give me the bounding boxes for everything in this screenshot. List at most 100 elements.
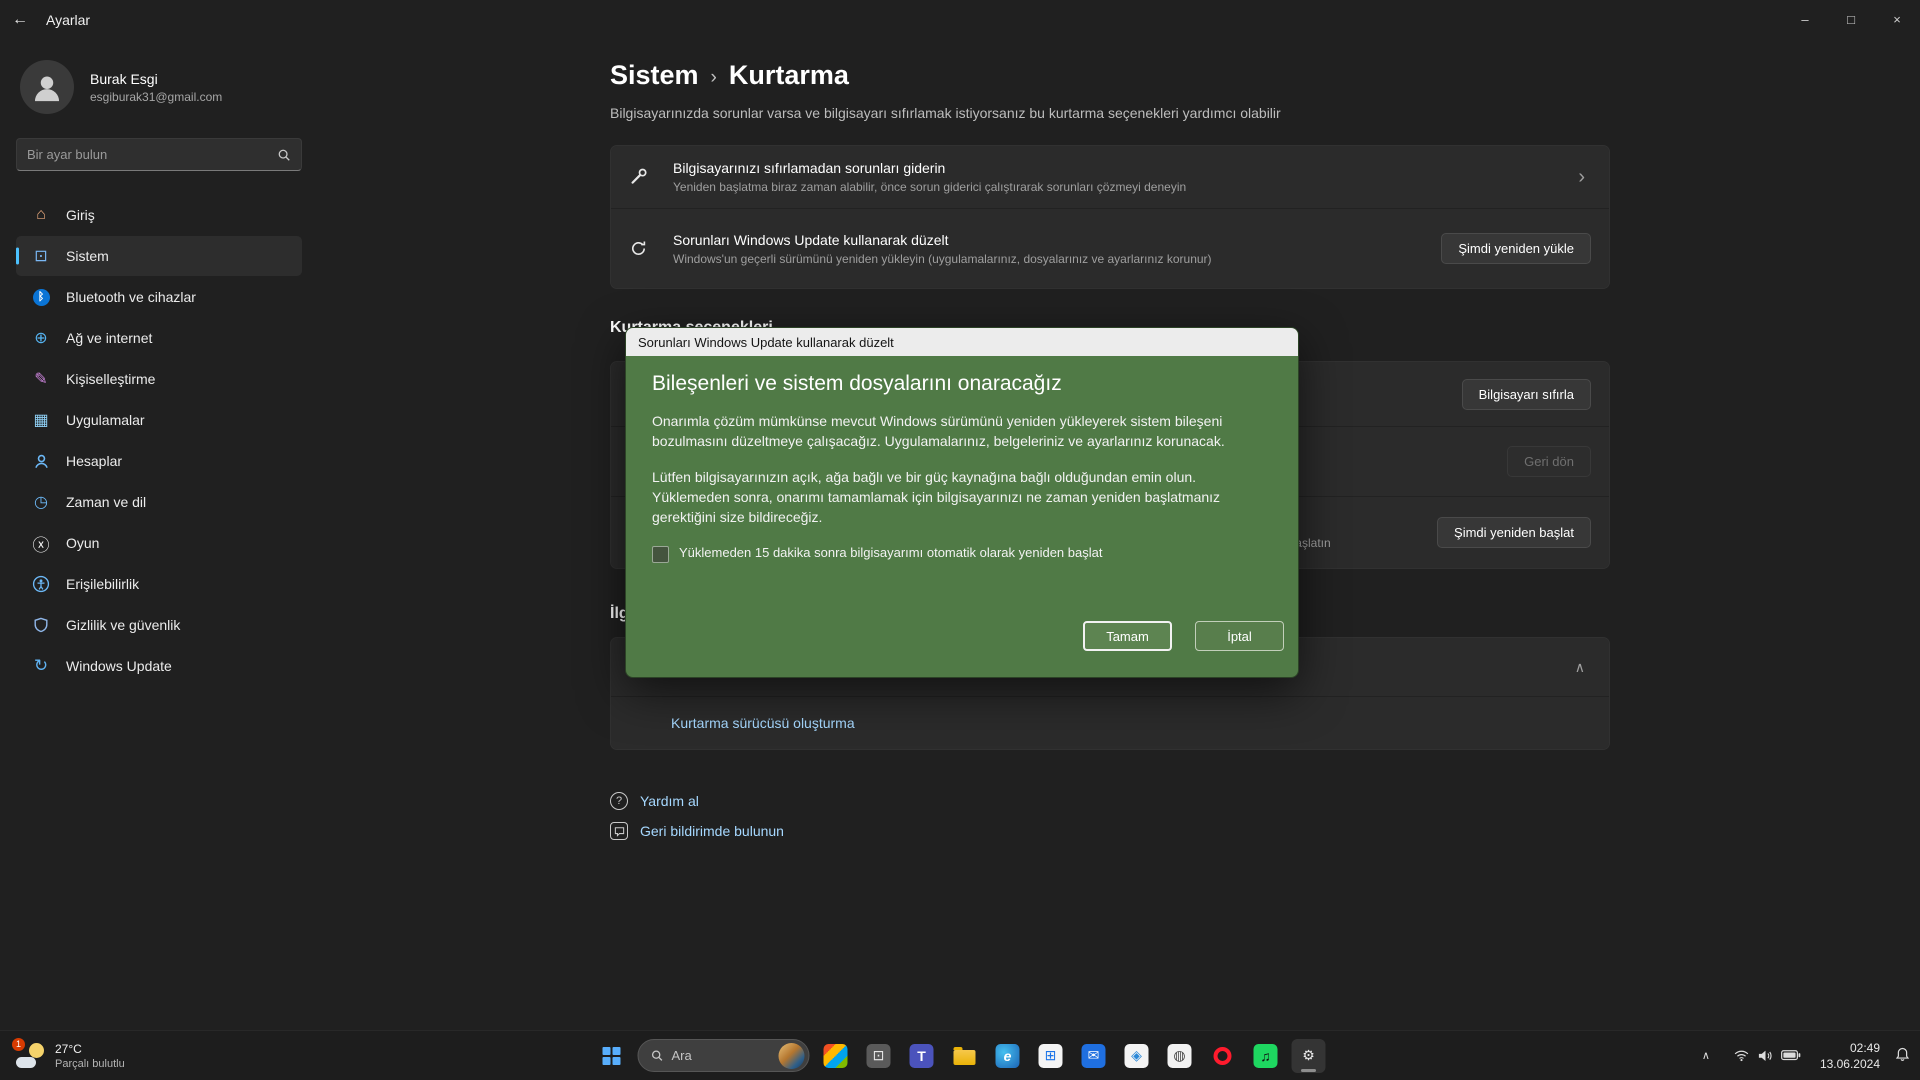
cancel-button[interactable]: İptal [1195, 621, 1284, 651]
close-button[interactable]: × [1874, 0, 1920, 38]
monitor-icon: ⊡ [867, 1044, 891, 1068]
dialog-title: Sorunları Windows Update kullanarak düze… [638, 335, 894, 350]
store-app-icon[interactable]: ⊞ [1034, 1039, 1068, 1073]
window-title: Ayarlar [46, 12, 90, 28]
taskbar-search[interactable] [638, 1039, 810, 1072]
breadcrumb-separator-icon: › [711, 63, 717, 89]
start-button[interactable] [595, 1039, 629, 1073]
monitor-app-icon[interactable]: ⊡ [862, 1039, 896, 1073]
tray-status-icons[interactable] [1727, 1043, 1807, 1069]
feedback-icon [610, 822, 628, 840]
avatar [20, 60, 74, 114]
battery-icon [1781, 1050, 1801, 1061]
weather-condition: Parçalı bulutlu [55, 1058, 125, 1070]
windows-logo-icon [603, 1047, 621, 1065]
update-icon: ↻ [30, 656, 52, 676]
window-controls: – □ × [1782, 0, 1920, 38]
sidebar-item-hesaplar[interactable]: Hesaplar [16, 441, 302, 481]
row-title: Sorunları Windows Update kullanarak düze… [673, 232, 1441, 248]
opera-app-icon[interactable] [1206, 1039, 1240, 1073]
settings-search-input[interactable] [27, 147, 277, 162]
accessibility-icon [30, 575, 52, 593]
feedback-link[interactable]: Geri bildirimde bulunun [610, 822, 1610, 840]
reinstall-now-button[interactable]: Şimdi yeniden yükle [1441, 233, 1591, 264]
auto-restart-checkbox-row[interactable]: Yüklemeden 15 dakika sonra bilgisayarımı… [652, 545, 1272, 563]
page-subtitle: Bilgisayarınızda sorunlar varsa ve bilgi… [610, 105, 1610, 121]
sidebar-item-ag[interactable]: ⊕ Ağ ve internet [16, 318, 302, 358]
back-button[interactable]: ← [0, 0, 40, 40]
reset-pc-button[interactable]: Bilgisayarı sıfırla [1462, 379, 1591, 410]
time-language-icon: ◷ [30, 492, 52, 512]
white-circle-app-icon[interactable]: ◍ [1163, 1039, 1197, 1073]
chevron-up-icon: ∧ [1569, 659, 1591, 676]
bluetooth-icon: ᛒ [30, 289, 52, 306]
sidebar-item-windows-update[interactable]: ↻ Windows Update [16, 646, 302, 686]
ok-button[interactable]: Tamam [1083, 621, 1172, 651]
sidebar-item-giris[interactable]: ⌂ Giriş [16, 195, 302, 235]
clock[interactable]: 02:49 13.06.2024 [1820, 1039, 1880, 1071]
file-explorer-app-icon[interactable] [948, 1039, 982, 1073]
teams-app-icon[interactable]: T [905, 1039, 939, 1073]
recovery-drive-link[interactable]: Kurtarma sürücüsü oluşturma [671, 715, 855, 731]
taskbar-search-input[interactable] [672, 1048, 771, 1063]
get-help-link[interactable]: ? Yardım al [610, 792, 1610, 810]
row-title: Bilgisayarınızı sıfırlamadan sorunları g… [673, 160, 1572, 176]
go-back-button: Geri dön [1507, 446, 1591, 477]
sidebar-item-erisilebilirlik[interactable]: Erişilebilirlik [16, 564, 302, 604]
wifi-icon [1733, 1049, 1750, 1062]
sidebar-item-label: Ağ ve internet [66, 330, 152, 346]
paint-app-icon[interactable] [819, 1039, 853, 1073]
row-desc: Yeniden başlatma biraz zaman alabilir, ö… [673, 180, 1572, 194]
sidebar-item-gizlilik[interactable]: Gizlilik ve güvenlik [16, 605, 302, 645]
tray-chevron-up-icon[interactable]: ∧ [1698, 1043, 1714, 1068]
dialog-buttons: Tamam İptal [1083, 621, 1284, 651]
tray-date: 13.06.2024 [1820, 1056, 1880, 1072]
speaker-icon [1757, 1049, 1774, 1063]
circle-app-icon: ◍ [1168, 1044, 1192, 1068]
settings-app-icon[interactable]: ⚙ [1292, 1039, 1326, 1073]
system-icon: ⊡ [30, 246, 52, 266]
sidebar-item-sistem[interactable]: ⊡ Sistem [16, 236, 302, 276]
sidebar-item-label: Bluetooth ve cihazlar [66, 289, 196, 305]
settings-search[interactable] [16, 138, 302, 171]
sidebar-item-label: Windows Update [66, 658, 172, 674]
edge-app-icon[interactable]: e [991, 1039, 1025, 1073]
photos-app-icon[interactable]: ◈ [1120, 1039, 1154, 1073]
spotify-app-icon[interactable]: ♫ [1249, 1039, 1283, 1073]
network-icon: ⊕ [30, 328, 52, 348]
page-title: Kurtarma [729, 60, 849, 91]
sidebar: Burak Esgi esgiburak31@gmail.com ⌂ Giriş… [0, 40, 318, 1030]
notification-center-button[interactable] [1893, 1043, 1912, 1069]
user-profile[interactable]: Burak Esgi esgiburak31@gmail.com [16, 54, 302, 120]
sidebar-item-label: Sistem [66, 248, 109, 264]
sidebar-item-zaman[interactable]: ◷ Zaman ve dil [16, 482, 302, 522]
edge-icon: e [996, 1044, 1020, 1068]
footer-links: ? Yardım al Geri bildirimde bulunun [610, 792, 1610, 840]
mail-app-icon[interactable]: ✉ [1077, 1039, 1111, 1073]
gear-icon: ⚙ [1297, 1044, 1321, 1068]
paint-icon [824, 1044, 848, 1068]
system-tray: ∧ 02:49 13.06.2024 [1698, 1039, 1912, 1071]
apps-icon: ▦ [30, 410, 52, 430]
sidebar-item-uygulamalar[interactable]: ▦ Uygulamalar [16, 400, 302, 440]
maximize-button[interactable]: □ [1828, 0, 1874, 38]
dialog-titlebar: Sorunları Windows Update kullanarak düze… [626, 328, 1298, 356]
minimize-button[interactable]: – [1782, 0, 1828, 38]
sidebar-item-kisisellestirme[interactable]: ✎ Kişiselleştirme [16, 359, 302, 399]
sidebar-item-bluetooth[interactable]: ᛒ Bluetooth ve cihazlar [16, 277, 302, 317]
sidebar-item-label: Uygulamalar [66, 412, 145, 428]
teams-icon: T [910, 1044, 934, 1068]
widgets-weather-button[interactable]: 1 27°C Parçalı bulutlu [8, 1038, 133, 1074]
chevron-right-icon: › [1572, 166, 1591, 189]
restart-now-button[interactable]: Şimdi yeniden başlat [1437, 517, 1591, 548]
bell-icon [1895, 1047, 1910, 1062]
sidebar-item-label: Erişilebilirlik [66, 576, 139, 592]
titlebar: ← Ayarlar – □ × [0, 0, 1920, 40]
sidebar-item-label: Zaman ve dil [66, 494, 146, 510]
checkbox[interactable] [652, 546, 669, 563]
fix-without-reset-row[interactable]: Bilgisayarınızı sıfırlamadan sorunları g… [611, 146, 1609, 208]
back-arrow-icon: ← [12, 11, 28, 29]
get-help-icon: ? [610, 792, 628, 810]
sidebar-item-oyun[interactable]: ⓧ Oyun [16, 523, 302, 563]
breadcrumb-parent[interactable]: Sistem [610, 60, 699, 91]
